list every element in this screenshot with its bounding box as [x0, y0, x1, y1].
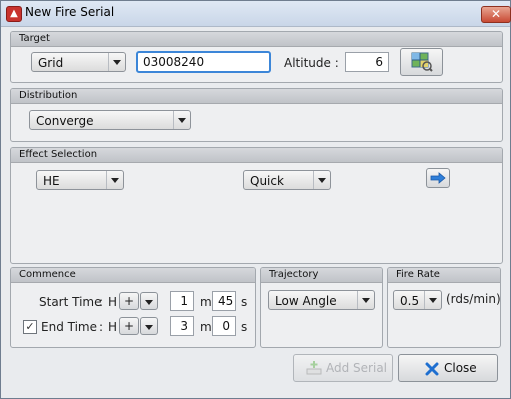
fuze-select[interactable]: Quick — [243, 170, 331, 190]
ammo-select[interactable]: HE — [36, 170, 124, 190]
start-minutes-unit: m — [200, 295, 212, 309]
commence-header: Commence — [11, 268, 255, 283]
altitude-input[interactable]: 6 — [345, 52, 389, 72]
grid-value-input[interactable]: 03008240 — [136, 51, 271, 73]
add-serial-icon — [306, 361, 322, 375]
close-icon — [425, 362, 439, 376]
distribution-select[interactable]: Converge — [29, 110, 191, 130]
ammo-value: HE — [43, 174, 60, 188]
chevron-down-icon — [313, 171, 330, 189]
end-time-label: End Time — [41, 320, 97, 334]
end-seconds-input[interactable]: 0 — [212, 316, 236, 336]
close-button[interactable]: Close — [398, 354, 498, 382]
commence-panel: Commence Start Time : H + 1 m 45 s ✓ End… — [10, 267, 256, 348]
arrow-right-icon — [430, 172, 446, 184]
fuze-value: Quick — [250, 174, 284, 188]
map-picker-button[interactable] — [400, 48, 443, 76]
window-close-button[interactable]: ✕ — [481, 6, 511, 23]
target-header: Target — [11, 32, 502, 47]
title-bar: ▲ New Fire Serial ✕ — [1, 1, 511, 27]
end-h-label: H — [108, 320, 118, 334]
start-seconds-input[interactable]: 45 — [212, 291, 236, 311]
app-icon: ▲ — [6, 6, 22, 22]
add-effect-button[interactable] — [426, 168, 450, 188]
start-sign-button[interactable]: + — [119, 292, 139, 310]
start-time-colon: : — [99, 295, 104, 309]
add-serial-label: Add Serial — [326, 361, 388, 375]
trajectory-select[interactable]: Low Angle — [268, 290, 375, 310]
end-sign-dropdown[interactable] — [140, 317, 158, 335]
chevron-down-icon — [424, 291, 441, 309]
grid-type-value: Grid — [38, 56, 64, 70]
chevron-down-icon — [108, 53, 125, 71]
end-seconds-unit: s — [241, 320, 248, 334]
effect-selection-panel: Effect Selection HE Quick — [10, 147, 503, 264]
end-sign-button[interactable]: + — [119, 317, 139, 335]
trajectory-header: Trajectory — [261, 268, 382, 283]
trajectory-value: Low Angle — [275, 294, 337, 308]
end-minutes-unit: m — [200, 320, 212, 334]
start-sign-dropdown[interactable] — [140, 292, 158, 310]
end-time-colon: : — [99, 320, 104, 334]
start-seconds-unit: s — [241, 295, 248, 309]
chevron-down-icon — [106, 171, 123, 189]
end-minutes-input[interactable]: 3 — [170, 316, 194, 336]
trajectory-panel: Trajectory Low Angle — [260, 267, 383, 348]
chevron-down-icon — [141, 318, 157, 336]
grid-type-select[interactable]: Grid — [31, 52, 126, 72]
chevron-down-icon — [141, 293, 157, 311]
start-time-label: Start Time — [39, 295, 102, 309]
window-title: New Fire Serial — [25, 5, 115, 19]
fire-rate-select[interactable]: 0.5 — [393, 290, 442, 310]
effect-selection-header: Effect Selection — [11, 148, 502, 163]
end-time-checkbox[interactable]: ✓ — [23, 320, 37, 334]
target-panel: Target Grid 03008240 Altitude : 6 — [10, 31, 503, 83]
altitude-label: Altitude : — [284, 56, 339, 70]
add-serial-button[interactable]: Add Serial — [293, 354, 393, 382]
distribution-value: Converge — [36, 114, 94, 128]
distribution-panel: Distribution Converge — [10, 88, 503, 142]
close-label: Close — [444, 361, 477, 375]
new-fire-serial-dialog: ▲ New Fire Serial ✕ Target Grid 03008240… — [0, 0, 511, 399]
chevron-down-icon — [357, 291, 374, 309]
map-picker-icon — [411, 52, 433, 72]
start-minutes-input[interactable]: 1 — [170, 291, 194, 311]
distribution-header: Distribution — [11, 89, 502, 104]
fire-rate-panel: Fire Rate 0.5 (rds/min) — [387, 267, 501, 348]
fire-rate-header: Fire Rate — [388, 268, 500, 283]
start-h-label: H — [108, 295, 118, 309]
fire-rate-unit: (rds/min) — [446, 292, 501, 306]
chevron-down-icon — [173, 111, 190, 129]
fire-rate-value: 0.5 — [400, 294, 420, 308]
